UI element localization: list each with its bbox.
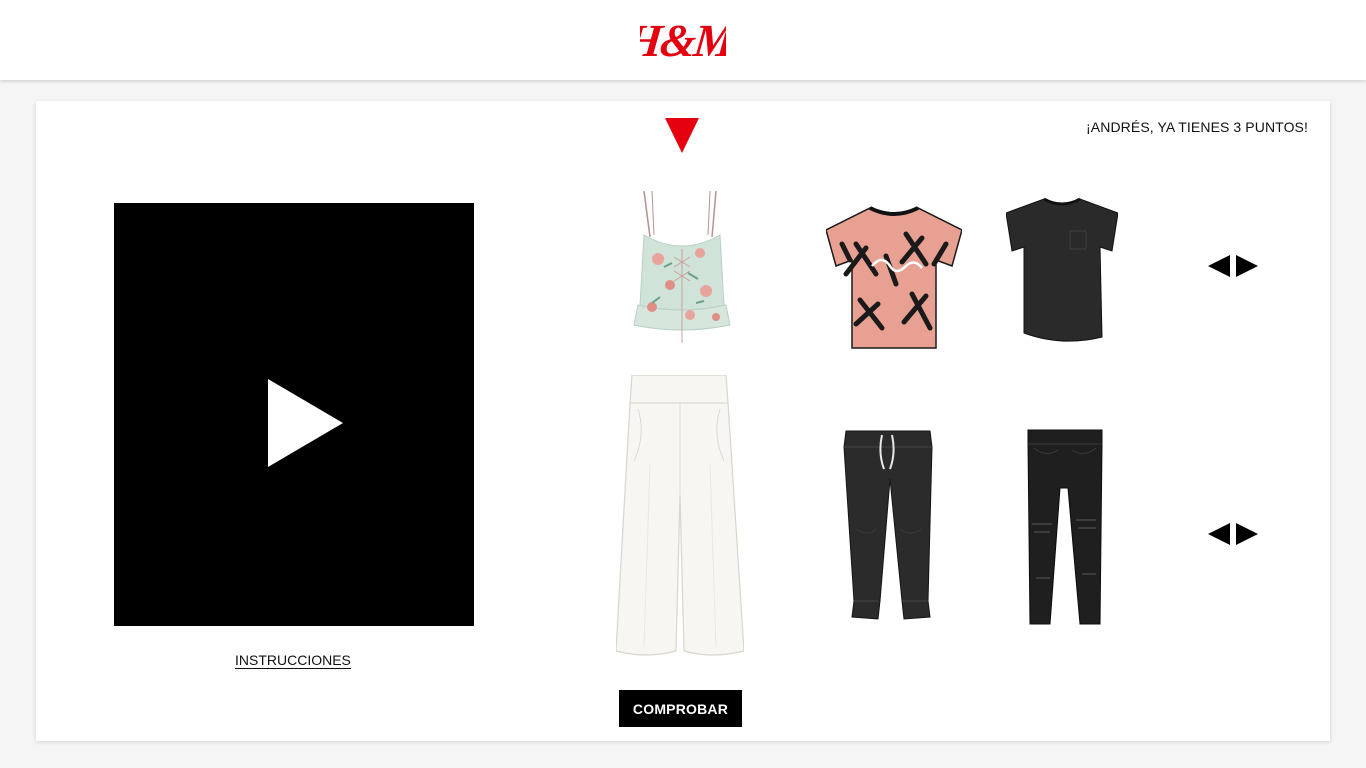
bottom-row-next-arrow-icon[interactable] bbox=[1236, 523, 1258, 545]
points-message: ¡ANDRÉS, YA TIENES 3 PUNTOS! bbox=[1086, 119, 1308, 135]
site-header: H&M bbox=[0, 0, 1366, 80]
selection-marker-icon bbox=[665, 118, 699, 153]
svg-text:H&M: H&M bbox=[640, 15, 726, 66]
check-button[interactable]: COMPROBAR bbox=[619, 690, 742, 727]
white-trousers-image[interactable] bbox=[616, 375, 744, 659]
top-row-arrows bbox=[1208, 255, 1258, 277]
floral-top-image[interactable] bbox=[630, 187, 734, 347]
top-row-next-arrow-icon[interactable] bbox=[1236, 255, 1258, 277]
play-icon[interactable] bbox=[268, 379, 343, 467]
black-jeans-image[interactable] bbox=[1026, 428, 1104, 626]
bottom-row-arrows bbox=[1208, 523, 1258, 545]
black-tshirt-image[interactable] bbox=[1006, 197, 1118, 345]
black-joggers-image[interactable] bbox=[842, 429, 934, 621]
instructions-link[interactable]: INSTRUCCIONES bbox=[235, 652, 351, 669]
instructions-video[interactable] bbox=[114, 203, 474, 626]
top-row-prev-arrow-icon[interactable] bbox=[1208, 255, 1230, 277]
hm-logo[interactable]: H&M bbox=[640, 10, 726, 68]
bottom-row-prev-arrow-icon[interactable] bbox=[1208, 523, 1230, 545]
palm-tshirt-image[interactable] bbox=[826, 204, 962, 350]
game-panel: ¡ANDRÉS, YA TIENES 3 PUNTOS! INSTRUCCION… bbox=[36, 101, 1330, 741]
